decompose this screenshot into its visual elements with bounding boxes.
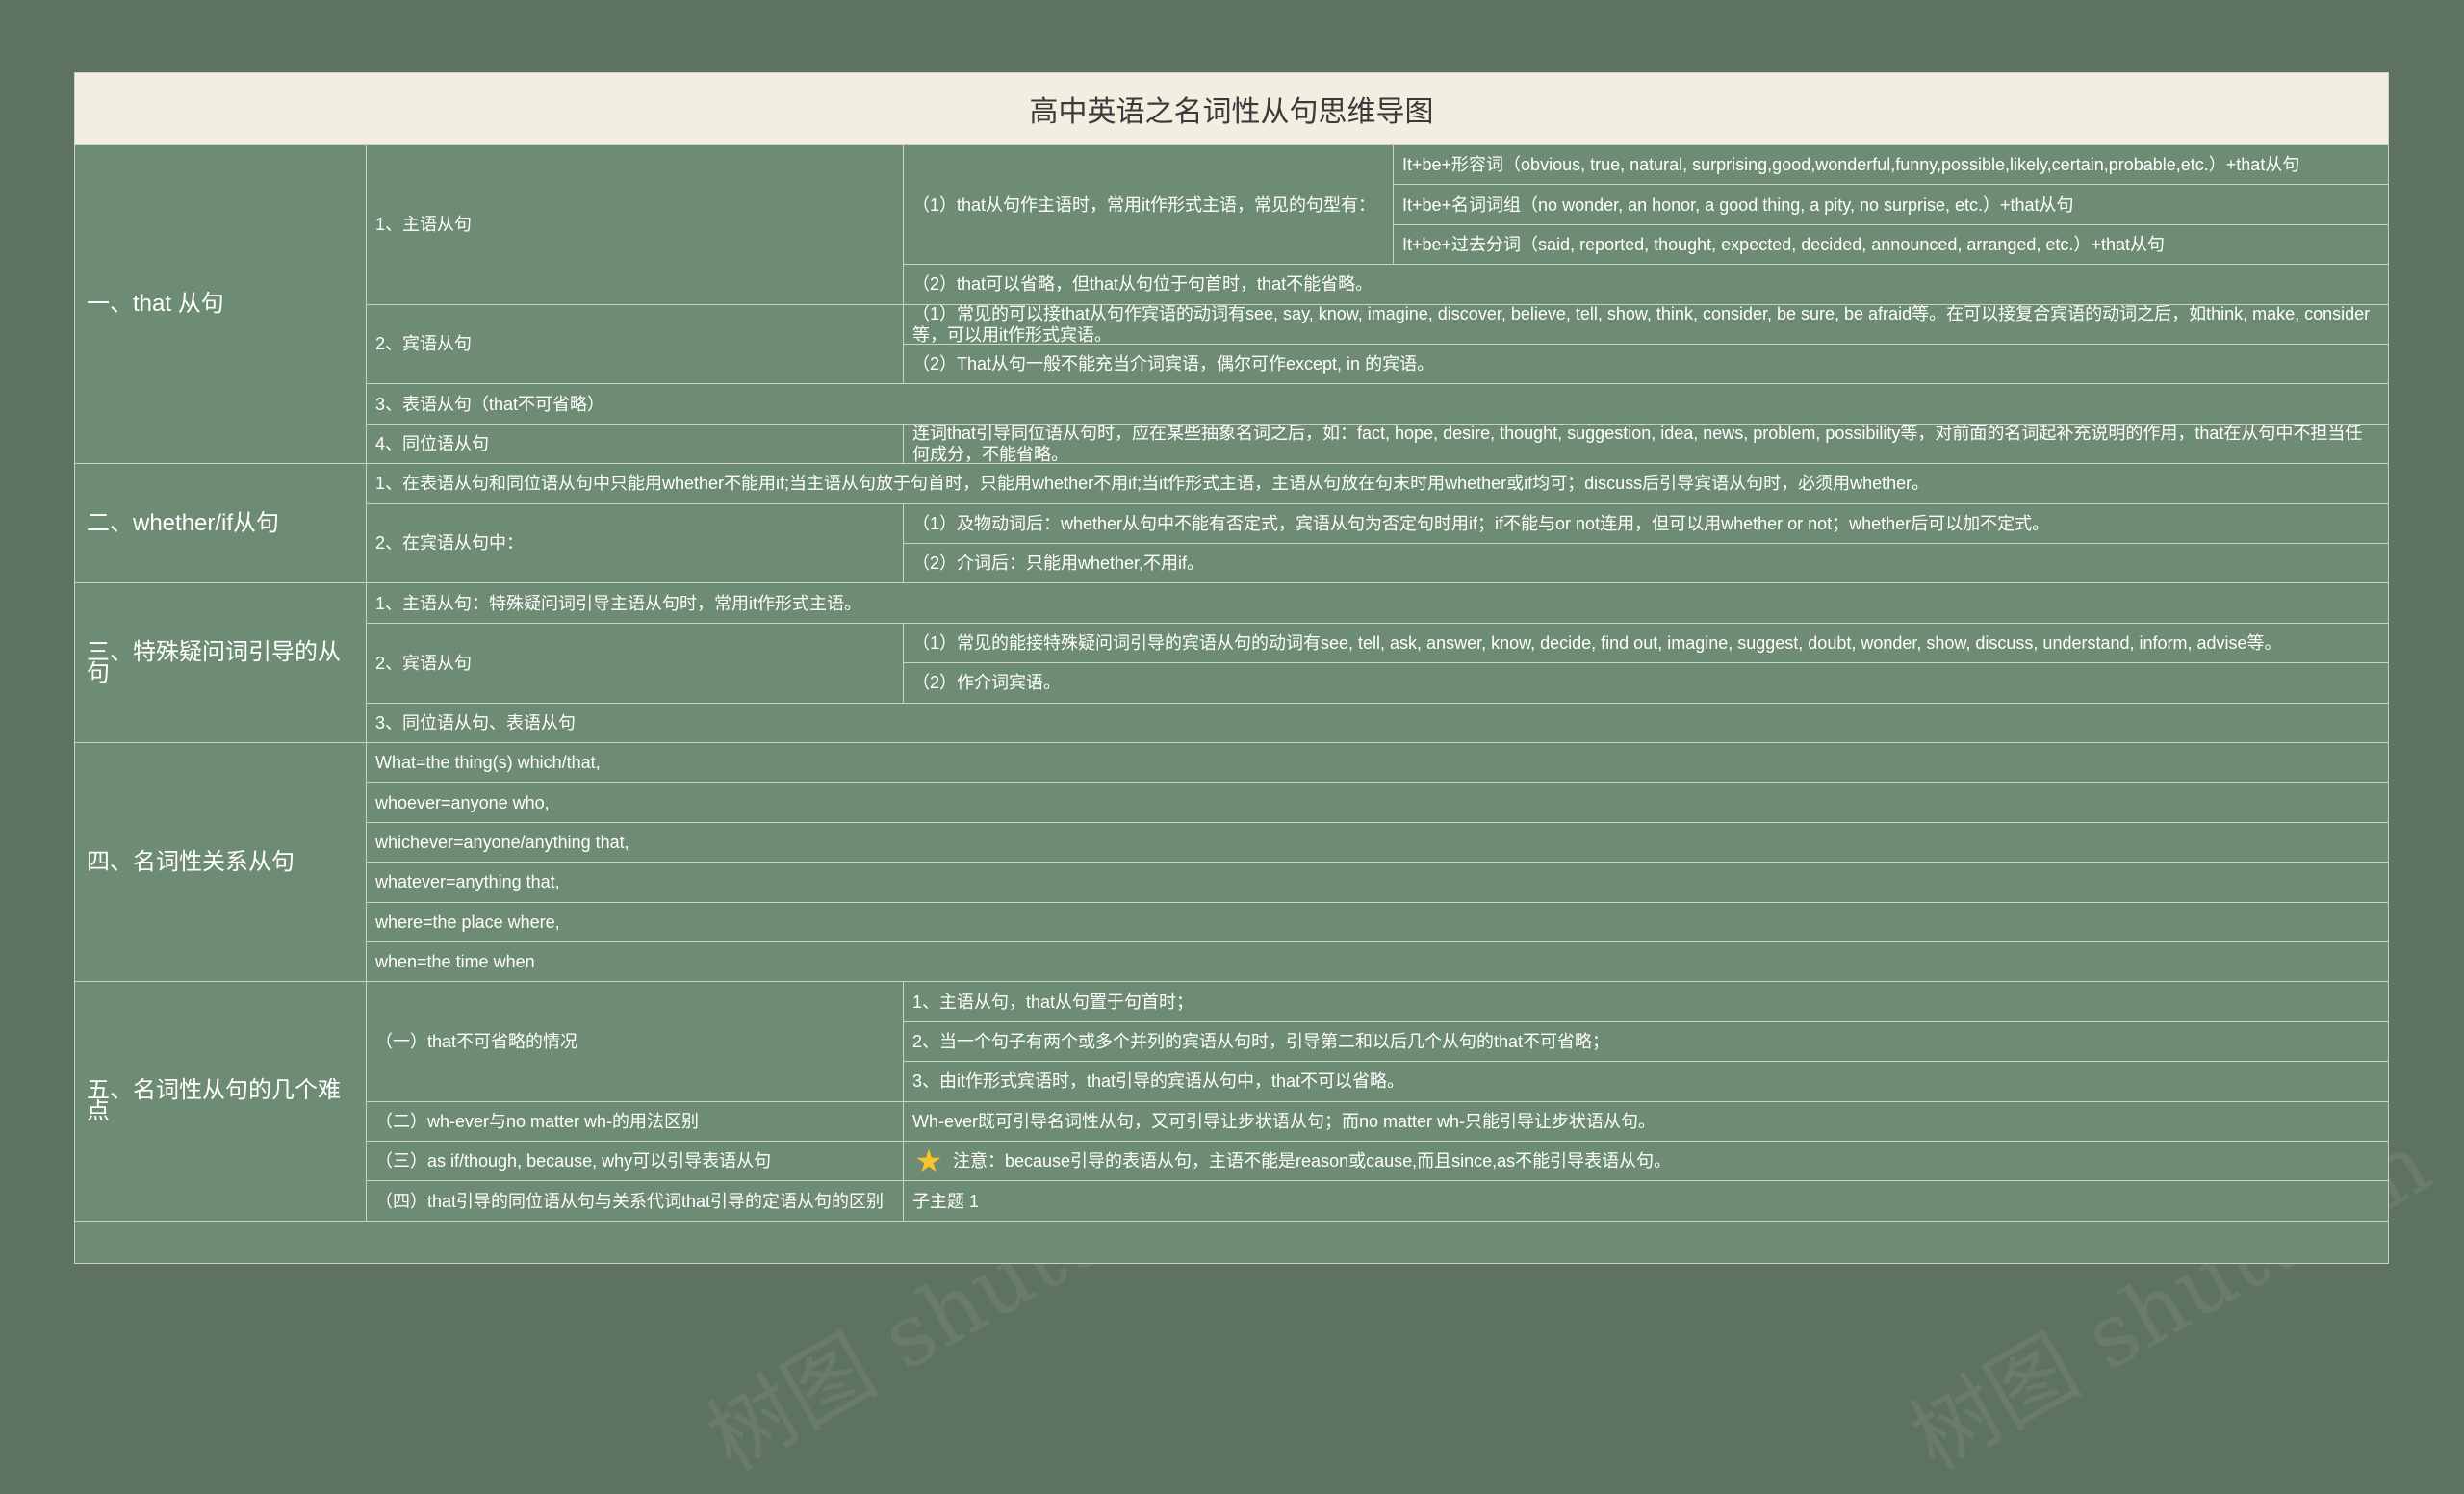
subtopic-node[interactable]: （2）作介词宾语。	[904, 663, 2388, 704]
leaf-node-label: It+be+过去分词（said, reported, thought, expe…	[1402, 234, 2165, 254]
topic-node-label: 1、主语从句	[375, 215, 473, 235]
topic-node-label: 2、在宾语从句中：	[375, 533, 525, 554]
section-node[interactable]: 二、whether/if从句	[75, 464, 367, 584]
section-node[interactable]: 三、特殊疑问词引导的从句	[75, 583, 367, 743]
subtopic-node[interactable]: 3、由it作形式宾语时，that引导的宾语从句中，that不可以省略。	[904, 1062, 2388, 1102]
leaf-node[interactable]: It+be+名词词组（no wonder, an honor, a good t…	[1394, 185, 2388, 225]
page-title: 高中英语之名词性从句思维导图	[75, 73, 2388, 145]
topic-node[interactable]: 1、主语从句：特殊疑问词引导主语从句时，常用it作形式主语。	[367, 583, 2388, 624]
subtopic-node[interactable]: ★ 注意：because引导的表语从句，主语不能是reason或cause,而且s…	[904, 1142, 2388, 1182]
section-node-label: 二、whether/if从句	[87, 509, 280, 536]
subtopic-node[interactable]: （1）常见的能接特殊疑问词引导的宾语从句的动词有see, tell, ask, …	[904, 624, 2388, 664]
subtopic-node-label: 连词that引导同位语从句时，应在某些抽象名词之后，如：fact, hope, …	[912, 424, 2363, 464]
topic-node-label: 2、宾语从句	[375, 334, 473, 354]
subtopic-node[interactable]: （1）及物动词后：whether从句中不能有否定式，宾语从句为否定句时用if；i…	[904, 504, 2388, 544]
subtopic-node[interactable]: （1）常见的可以接that从句作宾语的动词有see, say, know, im…	[904, 305, 2388, 345]
topic-node[interactable]: 1、主语从句	[367, 145, 904, 305]
topic-node[interactable]: 2、在宾语从句中：	[367, 503, 904, 584]
section-node[interactable]: 五、名词性从句的几个难点	[75, 982, 367, 1222]
section-node-label: 三、特殊疑问词引导的从句	[87, 638, 341, 686]
subtopic-node-label: （1）that从句作主语时，常用it作形式主语，常见的句型有：	[912, 194, 1376, 215]
topic-node[interactable]: 2、宾语从句	[367, 623, 904, 704]
subtopic-node-label: 注意：because引导的表语从句，主语不能是reason或cause,而且si…	[953, 1151, 1672, 1172]
subtopic-node-label: （2）作介词宾语。	[912, 673, 1062, 693]
topic-node[interactable]: where=the place where,	[367, 903, 2388, 942]
subtopic-node-label: 1、主语从句，that从句置于句首时；	[912, 992, 1194, 1012]
subtopic-node-label: Wh-ever既可引导名词性从句，又可引导让步状语从句；而no matter w…	[912, 1111, 1656, 1131]
section-node-label: 四、名词性关系从句	[87, 848, 295, 875]
subtopic-node-label: （1）及物动词后：whether从句中不能有否定式，宾语从句为否定句时用if；i…	[912, 513, 2050, 533]
subtopic-node[interactable]: 2、当一个句子有两个或多个并列的宾语从句时，引导第二和以后几个从句的that不可…	[904, 1022, 2388, 1063]
subtopic-node[interactable]: （1）that从句作主语时，常用it作形式主语，常见的句型有：	[904, 145, 1394, 266]
subtopic-node-label: （1）常见的可以接that从句作宾语的动词有see, say, know, im…	[912, 304, 2371, 345]
topic-node-label: What=the thing(s) which/that,	[375, 753, 601, 773]
subtopic-node[interactable]: （2）that可以省略，但that从句位于句首时，that不能省略。	[904, 265, 2388, 305]
topic-node-label: 3、表语从句（that不可省略）	[375, 394, 605, 414]
subtopic-node-label: （2）介词后：只能用whether,不用if。	[912, 554, 1205, 574]
subtopic-node-label: 3、由it作形式宾语时，that引导的宾语从句中，that不可以省略。	[912, 1071, 1405, 1092]
star-icon: ★	[914, 1144, 943, 1179]
topic-node-label: 2、宾语从句	[375, 653, 473, 673]
subtopic-node-label: （2）That从句一般不能充当介词宾语，偶尔可作except, in 的宾语。	[912, 354, 1435, 374]
topic-node[interactable]: 3、表语从句（that不可省略）	[367, 384, 2388, 425]
subtopic-node-label: （1）常见的能接特殊疑问词引导的宾语从句的动词有see, tell, ask, …	[912, 632, 2282, 653]
section-node-label: 一、that 从句	[87, 291, 224, 318]
topic-node-label: 1、在表语从句和同位语从句中只能用whether不能用if;当主语从句放于句首时…	[375, 474, 1930, 494]
topic-node[interactable]: （四）that引导的同位语从句与关系代词that引导的定语从句的区别	[367, 1181, 904, 1222]
topic-node-label: 1、主语从句：特殊疑问词引导主语从句时，常用it作形式主语。	[375, 593, 862, 613]
leaf-node-label: It+be+名词词组（no wonder, an honor, a good t…	[1402, 194, 2074, 215]
topic-node[interactable]: when=the time when	[367, 942, 2388, 983]
topic-node[interactable]: （三）as if/though, because, why可以引导表语从句	[367, 1142, 904, 1182]
mindmap-table: 高中英语之名词性从句思维导图 一、that 从句 1、主语从句 （1）that从句作…	[74, 72, 2389, 1264]
topic-node[interactable]: whichever=anyone/anything that,	[367, 823, 2388, 863]
topic-node-label: 4、同位语从句	[375, 433, 490, 453]
subtopic-node[interactable]: 1、主语从句，that从句置于句首时；	[904, 982, 2388, 1022]
subtopic-node-label: （2）that可以省略，但that从句位于句首时，that不能省略。	[912, 274, 1373, 295]
subtopic-node[interactable]: 子主题 1	[904, 1181, 2388, 1222]
topic-node-label: whatever=anything that,	[375, 872, 560, 892]
topic-node-label: when=the time when	[375, 952, 535, 972]
topic-node-label: （四）that引导的同位语从句与关系代词that引导的定语从句的区别	[375, 1191, 885, 1211]
topic-node[interactable]: whoever=anyone who,	[367, 783, 2388, 823]
leaf-node-label: It+be+形容词（obvious, true, natural, surpri…	[1402, 155, 2300, 175]
topic-node-label: whoever=anyone who,	[375, 792, 550, 812]
section-node[interactable]: 一、that 从句	[75, 145, 367, 465]
section-node-label: 五、名词性从句的几个难点	[87, 1077, 341, 1125]
topic-node-label: 3、同位语从句、表语从句	[375, 712, 577, 733]
topic-node-label: （三）as if/though, because, why可以引导表语从句	[375, 1151, 772, 1172]
topic-node[interactable]: 1、在表语从句和同位语从句中只能用whether不能用if;当主语从句放于句首时…	[367, 464, 2388, 504]
topic-node[interactable]: 2、宾语从句	[367, 304, 904, 385]
topic-node-label: （一）that不可省略的情况	[375, 1031, 578, 1051]
topic-node-label: whichever=anyone/anything that,	[375, 832, 629, 852]
leaf-node[interactable]: It+be+形容词（obvious, true, natural, surpri…	[1394, 145, 2388, 186]
topic-node[interactable]: 3、同位语从句、表语从句	[367, 704, 2388, 743]
subtopic-node-label: 2、当一个句子有两个或多个并列的宾语从句时，引导第二和以后几个从句的that不可…	[912, 1031, 1610, 1051]
leaf-node[interactable]: It+be+过去分词（said, reported, thought, expe…	[1394, 225, 2388, 266]
topic-node[interactable]: 4、同位语从句	[367, 424, 904, 465]
subtopic-node[interactable]: Wh-ever既可引导名词性从句，又可引导让步状语从句；而no matter w…	[904, 1102, 2388, 1142]
topic-node[interactable]: whatever=anything that,	[367, 863, 2388, 903]
topic-node[interactable]: （二）wh-ever与no matter wh-的用法区别	[367, 1101, 904, 1142]
topic-node-label: （二）wh-ever与no matter wh-的用法区别	[375, 1111, 700, 1131]
subtopic-node[interactable]: 连词that引导同位语从句时，应在某些抽象名词之后，如：fact, hope, …	[904, 424, 2388, 465]
mindmap-grid: 一、that 从句 1、主语从句 （1）that从句作主语时，常用it作形式主语，常…	[75, 145, 2388, 1263]
topic-node-label: where=the place where,	[375, 912, 560, 932]
subtopic-node[interactable]: （2）介词后：只能用whether,不用if。	[904, 544, 2388, 584]
subtopic-node[interactable]: （2）That从句一般不能充当介词宾语，偶尔可作except, in 的宾语。	[904, 345, 2388, 385]
topic-node[interactable]: What=the thing(s) which/that,	[367, 743, 2388, 784]
subtopic-node-label: 子主题 1	[912, 1191, 980, 1211]
topic-node[interactable]: （一）that不可省略的情况	[367, 982, 904, 1102]
section-node[interactable]: 四、名词性关系从句	[75, 743, 367, 983]
